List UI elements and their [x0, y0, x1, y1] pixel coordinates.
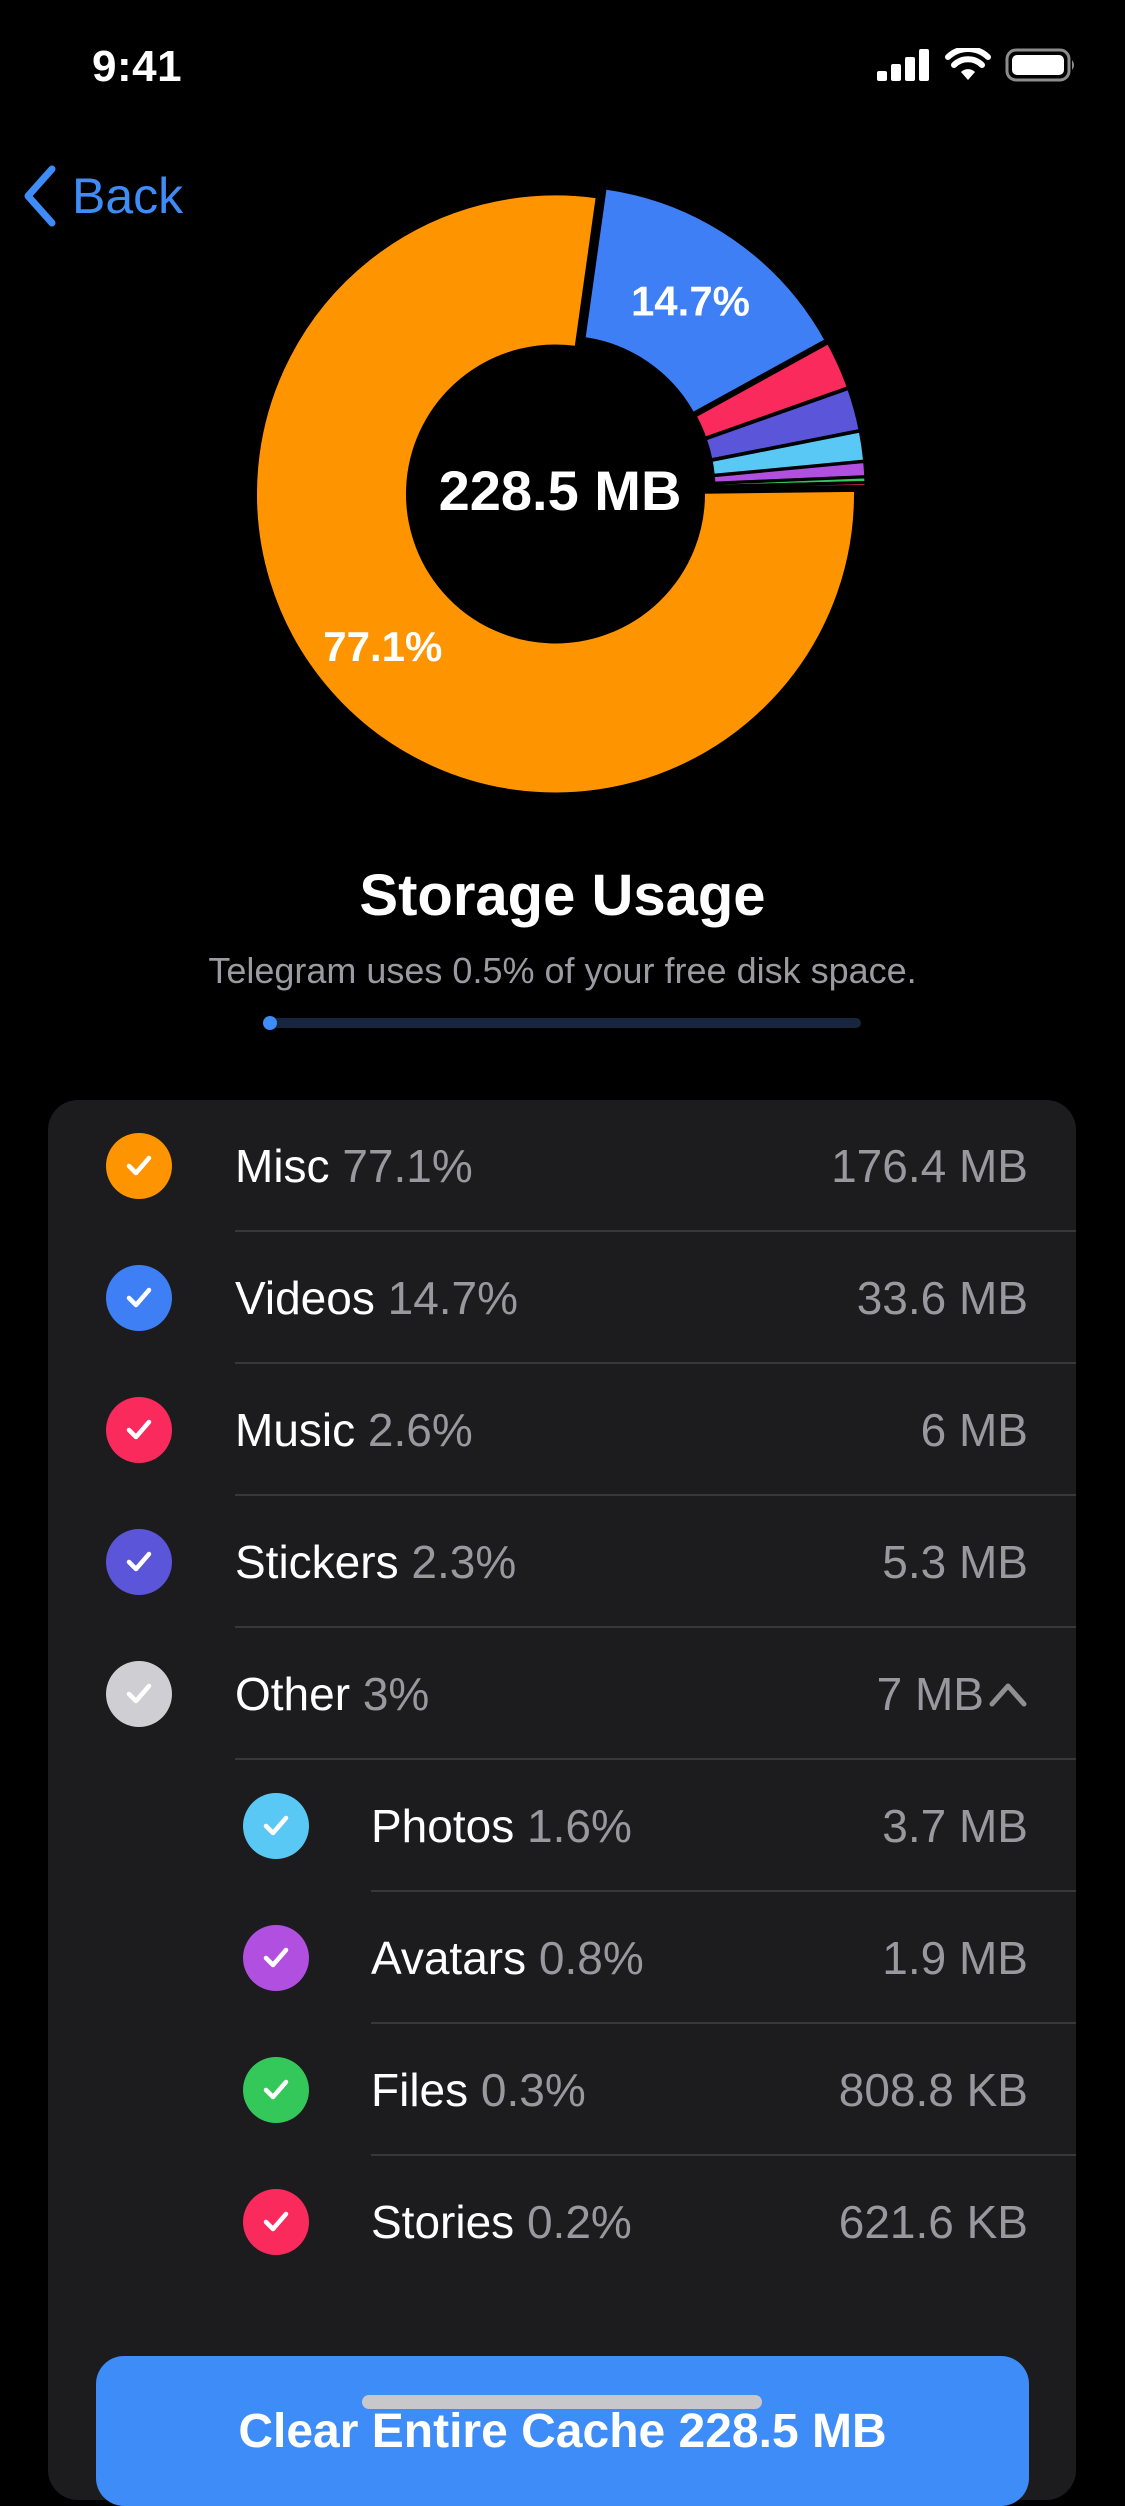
check-icon[interactable]: [243, 1925, 309, 1991]
category-size: 6 MB: [920, 1404, 1028, 1456]
back-button[interactable]: Back: [22, 165, 183, 227]
disk-usage-fill: [263, 1016, 277, 1030]
category-size: 176.4 MB: [831, 1140, 1028, 1192]
category-row-other[interactable]: Other 3% 7 MB: [48, 1628, 1076, 1760]
category-label: Stickers 2.3%: [235, 1536, 517, 1588]
category-label: Avatars 0.8%: [371, 1932, 644, 1984]
category-label: Files 0.3%: [371, 2064, 586, 2116]
category-label: Other 3%: [235, 1668, 430, 1720]
category-label: Stories 0.2%: [371, 2196, 632, 2248]
status-bar: 9:41: [0, 0, 1125, 140]
category-size: 1.9 MB: [882, 1932, 1028, 1984]
category-size: 7 MB: [876, 1668, 984, 1720]
category-list: Misc 77.1% 176.4 MB Videos 14.7% 33.6 MB…: [48, 1100, 1076, 2500]
other-row-files[interactable]: Files 0.3% 808.8 KB: [48, 2024, 1076, 2156]
category-label: Photos 1.6%: [371, 1800, 632, 1852]
category-size: 3.7 MB: [882, 1800, 1028, 1852]
donut-svg: 14.7% 77.1%: [255, 186, 865, 795]
other-row-avatars[interactable]: Avatars 0.8% 1.9 MB: [48, 1892, 1076, 2024]
category-row-stickers[interactable]: Stickers 2.3% 5.3 MB: [48, 1496, 1076, 1628]
check-icon[interactable]: [106, 1661, 172, 1727]
clear-cache-button[interactable]: Clear Entire Cache 228.5 MB: [96, 2356, 1029, 2506]
wifi-icon: [945, 48, 991, 80]
status-time: 9:41: [92, 42, 183, 91]
disk-usage-bar: [263, 1016, 861, 1030]
check-icon[interactable]: [106, 1397, 172, 1463]
checkmark-icon: [263, 2079, 289, 2100]
back-label: Back: [72, 168, 184, 224]
category-label: Music 2.6%: [235, 1404, 473, 1456]
storage-donut-chart: 14.7% 77.1% 228.5 MB: [255, 185, 865, 795]
check-icon[interactable]: [243, 2189, 309, 2255]
chevron-up-icon[interactable]: [988, 1680, 1028, 1708]
battery-icon: [1005, 48, 1074, 82]
other-row-stories[interactable]: Stories 0.2% 621.6 KB: [48, 2156, 1076, 2288]
home-indicator: [362, 2395, 762, 2409]
category-size: 621.6 KB: [838, 2196, 1028, 2248]
check-icon[interactable]: [106, 1265, 172, 1331]
clear-cache-label: Clear Entire Cache 228.5 MB: [238, 2404, 887, 2458]
page-title: Storage Usage: [359, 863, 766, 928]
category-size: 33.6 MB: [856, 1272, 1028, 1324]
checkmark-icon: [126, 1683, 152, 1704]
category-row-misc[interactable]: Misc 77.1% 176.4 MB: [48, 1100, 1076, 1232]
checkmark-icon: [126, 1551, 152, 1572]
page-subtitle: Telegram uses 0.5% of your free disk spa…: [208, 950, 917, 991]
status-icons: [877, 48, 1077, 82]
other-row-photos[interactable]: Photos 1.6% 3.7 MB: [48, 1760, 1076, 1892]
checkmark-icon: [126, 1287, 152, 1308]
category-size: 5.3 MB: [882, 1536, 1028, 1588]
cellular-signal-icon: [877, 49, 929, 81]
chevron-left-icon: [24, 165, 56, 227]
category-row-videos[interactable]: Videos 14.7% 33.6 MB: [48, 1232, 1076, 1364]
slice-label-misc: 77.1%: [323, 623, 442, 670]
check-icon[interactable]: [243, 1793, 309, 1859]
checkmark-icon: [263, 1947, 289, 1968]
checkmark-icon: [263, 1815, 289, 1836]
category-row-music[interactable]: Music 2.6% 6 MB: [48, 1364, 1076, 1496]
checkmark-icon: [263, 2211, 289, 2232]
check-icon[interactable]: [106, 1133, 172, 1199]
checkmark-icon: [126, 1155, 152, 1176]
category-size: 808.8 KB: [838, 2064, 1028, 2116]
checkmark-icon: [126, 1419, 152, 1440]
slice-label-videos: 14.7%: [631, 278, 750, 325]
check-icon[interactable]: [243, 2057, 309, 2123]
category-label: Videos 14.7%: [235, 1272, 519, 1324]
category-label: Misc 77.1%: [235, 1140, 473, 1192]
check-icon[interactable]: [106, 1529, 172, 1595]
